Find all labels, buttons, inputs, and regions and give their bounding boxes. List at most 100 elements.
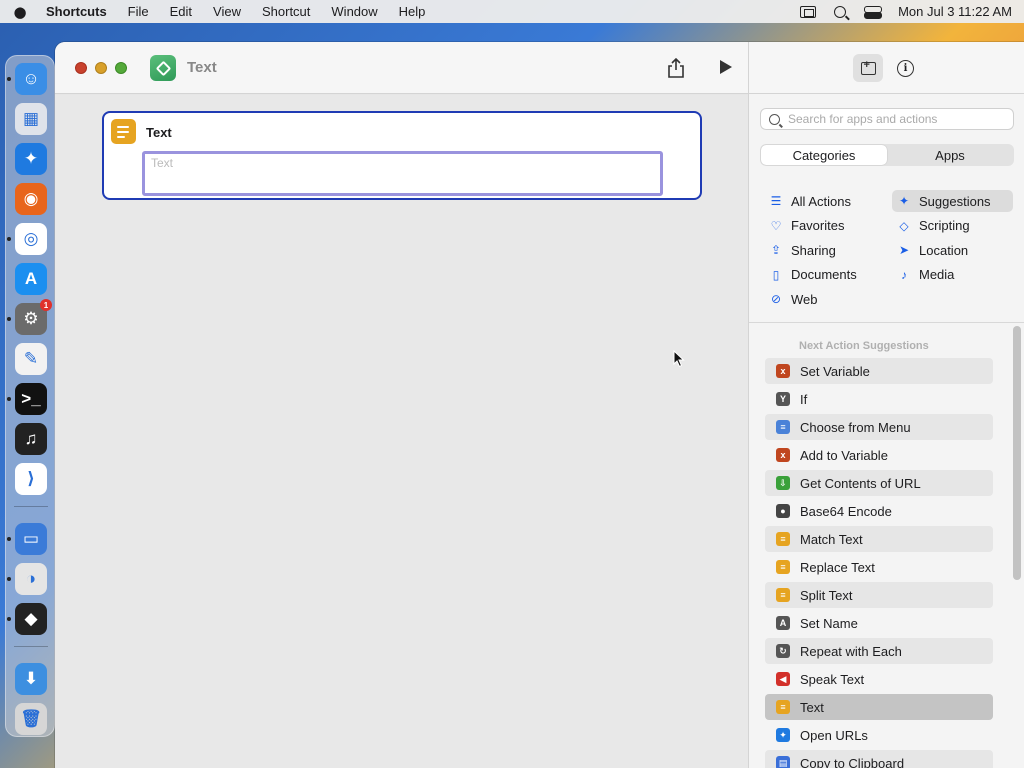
category-label: Suggestions	[919, 193, 991, 209]
close-window-button[interactable]	[75, 62, 87, 74]
text-icon: ≡	[776, 532, 790, 546]
suggestion-open-urls[interactable]: ✦ Open URLs	[765, 722, 993, 748]
running-indicator	[7, 577, 11, 581]
category-label: Media	[919, 267, 955, 282]
category-suggestions[interactable]: ✦ Suggestions	[892, 190, 1013, 212]
category-media[interactable]: ♪ Media	[892, 264, 954, 286]
suggestion-label: Text	[800, 699, 824, 715]
minimize-window-button[interactable]	[95, 62, 107, 74]
category-location[interactable]: ➤ Location	[892, 239, 968, 261]
sidebar-toolbar: i	[749, 42, 1024, 94]
action-library-button[interactable]	[853, 54, 883, 82]
shortcut-icon[interactable]	[150, 55, 176, 81]
suggestion-repeat-with-each[interactable]: ↻ Repeat with Each	[765, 638, 993, 664]
if-branch-icon: Y	[776, 392, 790, 406]
menu-view[interactable]: View	[213, 4, 241, 19]
menu-edit[interactable]: Edit	[170, 4, 192, 19]
shortcuts-icon[interactable]: ◆	[15, 603, 47, 635]
suggestion-set-name[interactable]: A Set Name	[765, 610, 993, 636]
suggestion-base64-encode[interactable]: ● Base64 Encode	[765, 498, 993, 524]
text-action-card[interactable]: Text Text	[102, 111, 702, 200]
menu-app-name[interactable]: Shortcuts	[46, 4, 107, 19]
sidebar-scrollbar[interactable]	[1013, 326, 1021, 580]
suggestion-split-text[interactable]: ≡ Split Text	[765, 582, 993, 608]
suggestion-label: Get Contents of URL	[800, 475, 921, 491]
search-icon	[769, 113, 780, 125]
suggestion-label: Set Variable	[800, 363, 870, 379]
text-action-field[interactable]: Text	[142, 151, 663, 196]
suggestion-replace-text[interactable]: ≡ Replace Text	[765, 554, 993, 580]
firefox-icon[interactable]: ◉	[15, 183, 47, 215]
suggestion-choose-from-menu[interactable]: ≡ Choose from Menu	[765, 414, 993, 440]
chrome-icon[interactable]: ◎	[15, 223, 47, 255]
category-web[interactable]: ⊘ Web	[764, 288, 818, 310]
dock-separator	[14, 646, 48, 647]
suggestion-speak-text[interactable]: ◀ Speak Text	[765, 666, 993, 692]
preview-icon[interactable]: ◑	[15, 563, 47, 595]
trash-icon[interactable]: 🗑	[15, 703, 47, 735]
menu-window[interactable]: Window	[331, 4, 377, 19]
category-all-actions[interactable]: ☰ All Actions	[764, 190, 851, 212]
encode-icon: ●	[776, 504, 790, 518]
launchpad-icon[interactable]: ▦	[15, 103, 47, 135]
suggestions-heading: Next Action Suggestions	[799, 340, 929, 352]
text-action-icon	[111, 119, 136, 144]
text-icon: ≡	[776, 560, 790, 574]
share-icon: ⇪	[770, 243, 782, 257]
apple-menu-icon[interactable]: ●	[12, 3, 28, 21]
category-label: Web	[791, 291, 818, 307]
shortcut-editor: Text Text	[55, 95, 748, 768]
image-capture-icon[interactable]: ▭	[15, 523, 47, 555]
category-favorites[interactable]: ♡ Favorites	[764, 215, 845, 237]
mouse-pointer-icon	[673, 350, 685, 368]
suggestion-label: If	[800, 391, 808, 407]
textedit-icon[interactable]: ✎	[15, 343, 47, 375]
downloads-folder-icon[interactable]: ⬇	[15, 663, 47, 695]
suggestion-text[interactable]: ≡ Text	[765, 694, 993, 720]
category-documents[interactable]: ▯ Documents	[764, 264, 857, 286]
menu-shortcut[interactable]: Shortcut	[262, 4, 310, 19]
garageband-icon[interactable]: ♫	[15, 423, 47, 455]
terminal-icon[interactable]: >_	[15, 383, 47, 415]
suggestion-label: Add to Variable	[800, 447, 888, 463]
menu-bar: ● Shortcuts File Edit View Shortcut Wind…	[0, 0, 1024, 23]
category-scripting[interactable]: ◇ Scripting	[892, 215, 969, 237]
sidebar-segmented-control: Categories Apps	[760, 144, 1014, 166]
system-settings-icon[interactable]: ⚙ 1	[15, 299, 52, 335]
url-icon: ⇩	[776, 476, 790, 490]
shortcut-title[interactable]: Text	[187, 59, 217, 76]
run-shortcut-button[interactable]	[720, 60, 732, 74]
list-icon: ☰	[770, 194, 782, 208]
spotlight-search-icon[interactable]	[834, 5, 847, 18]
suggestion-add-to-variable[interactable]: x Add to Variable	[765, 442, 993, 468]
menu-help[interactable]: Help	[399, 4, 426, 19]
action-search-input[interactable]	[788, 112, 998, 126]
category-sharing[interactable]: ⇪ Sharing	[764, 239, 836, 261]
app-store-icon[interactable]: A	[15, 263, 47, 295]
set-name-icon: A	[776, 616, 790, 630]
menubar-clock[interactable]: Mon Jul 3 11:22 AM	[898, 4, 1012, 19]
suggestion-if[interactable]: Y If	[765, 386, 993, 412]
suggestion-match-text[interactable]: ≡ Match Text	[765, 526, 993, 552]
running-indicator	[7, 317, 11, 321]
category-label: All Actions	[791, 193, 851, 209]
finder-icon[interactable]: ☺	[15, 63, 47, 95]
music-note-icon: ♪	[901, 267, 907, 282]
safari-icon[interactable]: ✦	[15, 143, 47, 175]
screen-mirroring-icon[interactable]	[800, 5, 817, 18]
suggestion-get-contents-of-url[interactable]: ⇩ Get Contents of URL	[765, 470, 993, 496]
variable-icon: x	[776, 448, 790, 462]
menu-icon: ≡	[776, 420, 790, 434]
zoom-window-button[interactable]	[115, 62, 127, 74]
share-button[interactable]	[667, 58, 685, 78]
suggestion-copy-to-clipboard[interactable]: ▤ Copy to Clipboard	[765, 750, 993, 768]
vscode-icon[interactable]: ⟩	[15, 463, 47, 495]
info-icon[interactable]: i	[897, 60, 914, 77]
suggestion-label: Choose from Menu	[800, 419, 911, 435]
control-center-icon[interactable]	[864, 5, 883, 19]
suggestion-label: Set Name	[800, 615, 858, 631]
menu-file[interactable]: File	[128, 4, 149, 19]
tab-categories[interactable]: Categories	[761, 145, 887, 165]
tab-apps[interactable]: Apps	[887, 145, 1013, 165]
suggestion-set-variable[interactable]: x Set Variable	[765, 358, 993, 384]
